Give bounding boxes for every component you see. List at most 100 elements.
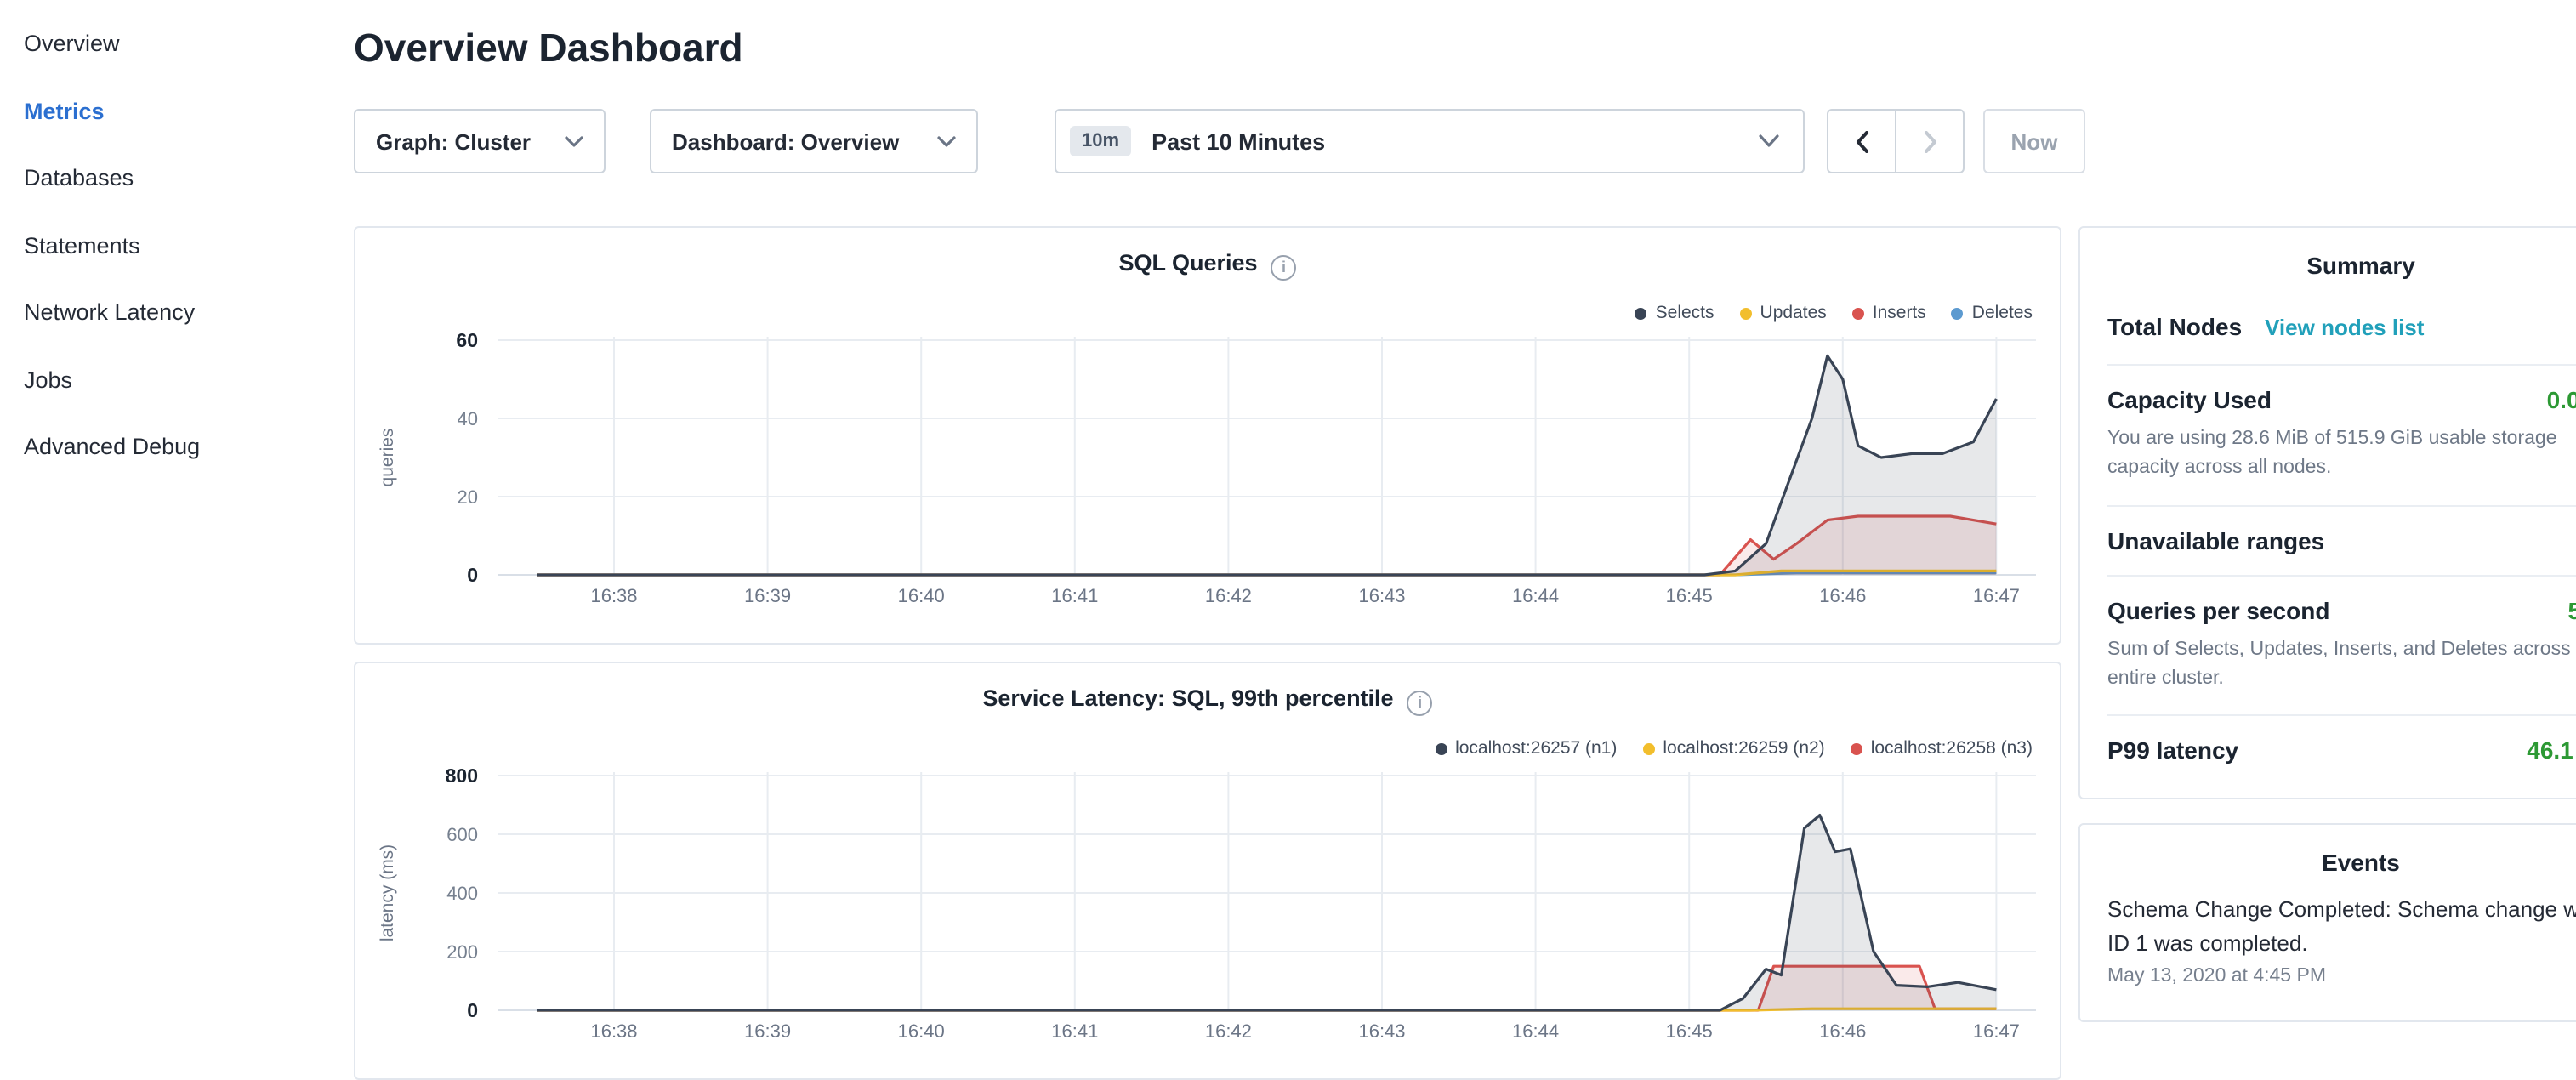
svg-text:16:42: 16:42: [1205, 585, 1252, 606]
summary-row-capacity-used: Capacity Used 0.01% You are using 28.6 M…: [2107, 364, 2576, 504]
time-range-label: Past 10 Minutes: [1152, 129, 1759, 155]
svg-text:0: 0: [467, 564, 478, 586]
event-item[interactable]: Schema Change Completed: Schema change w…: [2107, 893, 2576, 987]
svg-text:60: 60: [456, 329, 478, 351]
svg-text:16:47: 16:47: [1973, 585, 2020, 606]
time-range-dropdown[interactable]: 10m Past 10 Minutes: [1055, 110, 1805, 174]
queries-per-second-description: Sum of Selects, Updates, Inserts, and De…: [2107, 635, 2576, 694]
chevron-down-icon: [565, 136, 583, 148]
chart-title: SQL Queries: [1118, 250, 1257, 276]
chart-title-row: Service Latency: SQL, 99th percentile i: [355, 663, 2060, 715]
svg-text:16:46: 16:46: [1819, 1020, 1866, 1042]
legend-dot-icon: [1740, 307, 1752, 319]
legend-item: localhost:26258 (n3): [1851, 738, 2033, 759]
summary-row-total-nodes: Total Nodes View nodes list 3: [2107, 293, 2576, 364]
svg-text:16:46: 16:46: [1819, 585, 1866, 606]
svg-text:400: 400: [446, 883, 478, 904]
p99-latency-value: 46.1 ms: [2527, 736, 2576, 764]
events-title: Events: [2107, 849, 2576, 876]
legend-dot-icon: [1642, 742, 1654, 754]
dashboard-controls: Graph: Cluster Dashboard: Overview 10m P…: [354, 110, 2089, 174]
svg-text:16:38: 16:38: [590, 1020, 637, 1042]
sidebar-item-network-latency[interactable]: Network Latency: [0, 279, 332, 346]
time-step-group: [1827, 110, 1965, 174]
main-content: Overview Dashboard Graph: Cluster Dashbo…: [354, 0, 2089, 174]
summary-row-p99-latency: P99 latency 46.1 ms: [2107, 714, 2576, 784]
legend-dot-icon: [1435, 742, 1447, 754]
graph-scope-label: Graph: Cluster: [376, 129, 531, 155]
svg-text:16:40: 16:40: [898, 585, 945, 606]
capacity-used-value: 0.01%: [2547, 386, 2576, 413]
sidebar-item-jobs[interactable]: Jobs: [0, 346, 332, 413]
svg-text:16:44: 16:44: [1512, 1020, 1559, 1042]
sidebar-item-databases[interactable]: Databases: [0, 145, 332, 212]
sql-queries-chart: 020406016:3816:3916:4016:4116:4216:4316:…: [355, 323, 2060, 629]
legend-dot-icon: [1635, 307, 1647, 319]
svg-text:16:38: 16:38: [590, 585, 637, 606]
legend-dot-icon: [1952, 307, 1964, 319]
svg-text:queries: queries: [378, 429, 397, 487]
chevron-right-icon: [1923, 131, 1936, 153]
svg-text:16:45: 16:45: [1666, 1020, 1713, 1042]
queries-per-second-value: 59.7: [2568, 596, 2576, 623]
p99-latency-label: P99 latency: [2107, 736, 2238, 764]
view-nodes-list-link[interactable]: View nodes list: [2265, 315, 2424, 340]
sql-queries-chart-card: SQL Queries i Selects Updates Inserts Delete…: [354, 226, 2061, 645]
chart-title: Service Latency: SQL, 99th percentile: [982, 685, 1393, 711]
legend-dot-icon: [1852, 307, 1864, 319]
svg-text:16:39: 16:39: [744, 1020, 791, 1042]
summary-row-unavailable-ranges: Unavailable ranges 0: [2107, 504, 2576, 574]
time-range-badge: 10m: [1070, 127, 1131, 157]
sidebar: Overview Metrics Databases Statements Ne…: [0, 0, 332, 1051]
svg-text:16:40: 16:40: [898, 1020, 945, 1042]
chart-legend: localhost:26257 (n1) localhost:26259 (n2)…: [1435, 738, 2033, 759]
now-button[interactable]: Now: [1983, 110, 2085, 174]
metrics-page: Overview Metrics Databases Statements Ne…: [0, 0, 2576, 1051]
sidebar-item-statements[interactable]: Statements: [0, 212, 332, 279]
service-latency-chart: 020040060080016:3816:3916:4016:4116:4216…: [355, 759, 2060, 1065]
dashboard-label: Dashboard: Overview: [672, 129, 899, 155]
unavailable-ranges-label: Unavailable ranges: [2107, 526, 2324, 554]
chart-legend: Selects Updates Inserts Deletes: [1635, 303, 2033, 323]
info-icon[interactable]: i: [1407, 690, 1433, 715]
chevron-left-icon: [1855, 131, 1868, 153]
capacity-used-description: You are using 28.6 MiB of 515.9 GiB usab…: [2107, 425, 2576, 484]
time-step-forward-button[interactable]: [1895, 110, 1965, 174]
graph-scope-dropdown[interactable]: Graph: Cluster: [354, 110, 606, 174]
chart-title-row: SQL Queries i: [355, 228, 2060, 280]
legend-item: Selects: [1635, 303, 1714, 323]
svg-text:16:41: 16:41: [1051, 585, 1098, 606]
chevron-down-icon: [937, 136, 956, 148]
event-text: Schema Change Completed: Schema change w…: [2107, 893, 2576, 962]
legend-item: Deletes: [1952, 303, 2033, 323]
sidebar-item-metrics[interactable]: Metrics: [0, 77, 332, 145]
capacity-used-label: Capacity Used: [2107, 386, 2272, 413]
svg-text:0: 0: [467, 999, 478, 1021]
legend-item: Inserts: [1852, 303, 1926, 323]
right-column: Summary Total Nodes View nodes list 3 Ca…: [2078, 226, 2576, 1023]
event-timestamp: May 13, 2020 at 4:45 PM: [2107, 967, 2576, 987]
svg-text:600: 600: [446, 824, 478, 845]
sidebar-item-advanced-debug[interactable]: Advanced Debug: [0, 413, 332, 480]
chevron-down-icon: [1759, 135, 1779, 149]
legend-item: localhost:26257 (n1): [1435, 738, 1617, 759]
svg-text:16:47: 16:47: [1973, 1020, 2020, 1042]
service-latency-chart-card: Service Latency: SQL, 99th percentile i l…: [354, 662, 2061, 1080]
svg-text:latency (ms): latency (ms): [378, 844, 397, 941]
svg-text:800: 800: [446, 765, 478, 787]
summary-panel: Summary Total Nodes View nodes list 3 Ca…: [2078, 226, 2576, 799]
page-title: Overview Dashboard: [354, 27, 2089, 71]
dashboard-dropdown[interactable]: Dashboard: Overview: [650, 110, 978, 174]
queries-per-second-label: Queries per second: [2107, 596, 2329, 623]
summary-title: Summary: [2107, 252, 2576, 279]
svg-text:16:44: 16:44: [1512, 585, 1559, 606]
legend-item: Updates: [1740, 303, 1827, 323]
svg-text:20: 20: [458, 486, 478, 508]
svg-text:40: 40: [458, 408, 478, 429]
info-icon[interactable]: i: [1271, 254, 1297, 280]
sidebar-item-overview[interactable]: Overview: [0, 10, 332, 77]
legend-item: localhost:26259 (n2): [1642, 738, 1824, 759]
svg-text:16:43: 16:43: [1358, 1020, 1405, 1042]
time-step-back-button[interactable]: [1827, 110, 1896, 174]
svg-text:16:43: 16:43: [1358, 585, 1405, 606]
